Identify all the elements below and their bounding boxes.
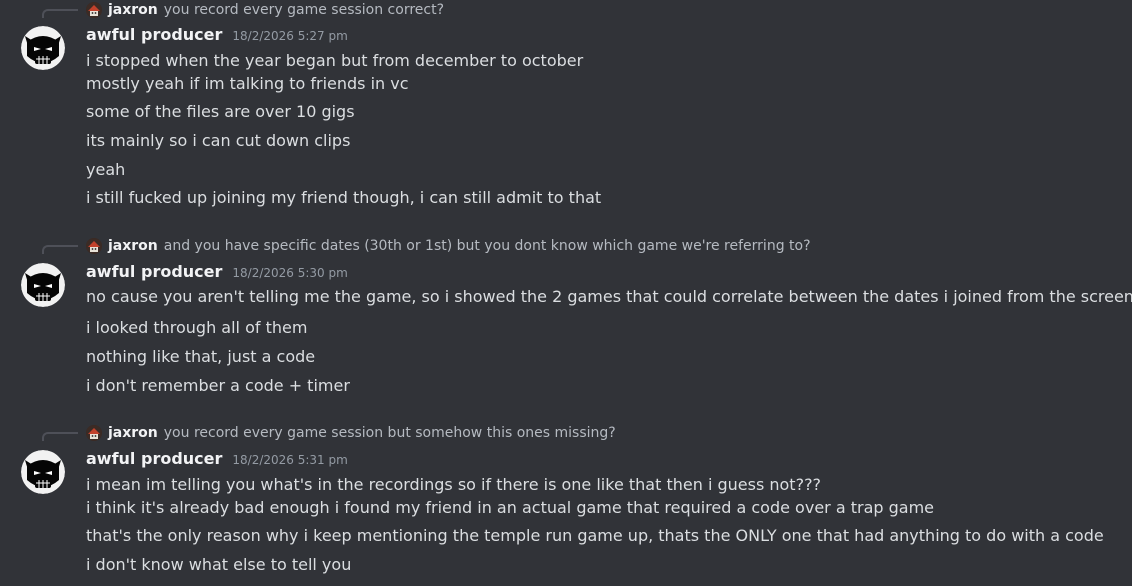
jaxron-mini-avatar-icon[interactable] <box>86 2 102 18</box>
message-timestamp[interactable]: 18/2/2026 5:31 pm <box>232 453 347 467</box>
message-timestamp[interactable]: 18/2/2026 5:30 pm <box>232 266 347 280</box>
message-header: awful producer 18/2/2026 5:27 pm <box>86 25 348 47</box>
message-text: its mainly so i can cut down clips <box>86 131 351 150</box>
author-name[interactable]: awful producer <box>86 25 222 44</box>
message-header: awful producer 18/2/2026 5:30 pm <box>86 262 348 284</box>
reply-reference[interactable]: jaxron you record every game session but… <box>86 424 616 442</box>
reply-reference[interactable]: jaxron and you have specific dates (30th… <box>86 237 811 255</box>
message-text: no cause you aren't telling me the game,… <box>86 287 1132 306</box>
reply-author[interactable]: jaxron <box>108 1 158 19</box>
message-text: mostly yeah if im talking to friends in … <box>86 74 409 93</box>
reply-preview[interactable]: you record every game session but someho… <box>164 424 616 442</box>
message-text: nothing like that, just a code <box>86 347 316 366</box>
reply-author[interactable]: jaxron <box>108 424 158 442</box>
reply-author[interactable]: jaxron <box>108 237 158 255</box>
jaxron-mini-avatar-icon[interactable] <box>86 238 102 254</box>
author-name[interactable]: awful producer <box>86 449 222 468</box>
reply-connector <box>42 432 78 441</box>
message-text: i think it's already bad enough i found … <box>86 498 934 517</box>
reply-preview[interactable]: you record every game session correct? <box>164 1 444 19</box>
message-text: i stopped when the year began but from d… <box>86 51 584 70</box>
message-timestamp[interactable]: 18/2/2026 5:27 pm <box>232 29 347 43</box>
message-header: awful producer 18/2/2026 5:31 pm <box>86 449 348 471</box>
message-text: i don't remember a code + timer <box>86 376 350 395</box>
awful-producer-avatar-icon[interactable] <box>21 26 65 70</box>
message-text: that's the only reason why i keep mentio… <box>86 526 1104 545</box>
reply-preview[interactable]: and you have specific dates (30th or 1st… <box>164 237 811 255</box>
message-text: i looked through all of them <box>86 318 308 337</box>
message-text: some of the files are over 10 gigs <box>86 102 355 121</box>
reply-connector <box>42 9 78 18</box>
reply-reference[interactable]: jaxron you record every game session cor… <box>86 1 444 19</box>
awful-producer-avatar-icon[interactable] <box>21 263 65 307</box>
author-name[interactable]: awful producer <box>86 262 222 281</box>
reply-connector <box>42 245 78 254</box>
message-text: i still fucked up joining my friend thou… <box>86 188 602 207</box>
jaxron-mini-avatar-icon[interactable] <box>86 425 102 441</box>
message-text: i mean im telling you what's in the reco… <box>86 475 822 494</box>
message-text: i don't know what else to tell you <box>86 555 352 574</box>
message-text: yeah <box>86 160 126 179</box>
awful-producer-avatar-icon[interactable] <box>21 450 65 494</box>
